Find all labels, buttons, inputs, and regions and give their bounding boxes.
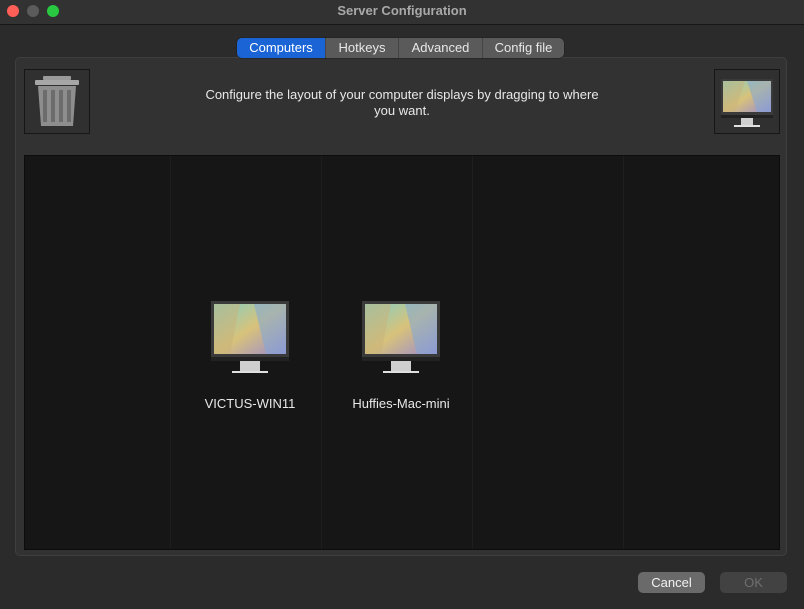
new-screen-drag-source[interactable] [714,69,780,134]
screen-tile-victus-win11[interactable]: VICTUS-WIN11 [195,301,305,411]
tab-bar: Computers Hotkeys Advanced Config file [237,38,564,58]
tab-computers[interactable]: Computers [237,38,325,58]
tab-hotkeys[interactable]: Hotkeys [325,38,398,58]
grid-line [321,156,322,549]
grid-line [623,156,624,549]
ok-button[interactable]: OK [720,572,787,593]
monitor-icon [211,301,289,373]
title-bar: Server Configuration [0,0,804,25]
layout-instruction-text: Configure the layout of your computer di… [205,87,599,118]
tab-config-file[interactable]: Config file [482,38,564,58]
grid-line [170,156,171,549]
trash-icon [35,76,79,126]
trash-drop-target[interactable] [24,69,90,134]
monitor-icon [362,301,440,373]
screen-layout-grid[interactable]: VICTUS-WIN11 Huffies-Mac-mini [24,155,780,550]
window-title: Server Configuration [337,3,467,18]
cancel-button[interactable]: Cancel [638,572,705,593]
tab-advanced[interactable]: Advanced [398,38,482,58]
grid-line [472,156,473,549]
monitor-icon [721,79,773,127]
server-configuration-window: Server Configuration Computers Hotkeys A… [0,0,804,609]
screen-tile-huffies-mac-mini[interactable]: Huffies-Mac-mini [346,301,456,411]
screen-name-label: Huffies-Mac-mini [352,396,450,411]
screen-name-label: VICTUS-WIN11 [204,396,296,411]
